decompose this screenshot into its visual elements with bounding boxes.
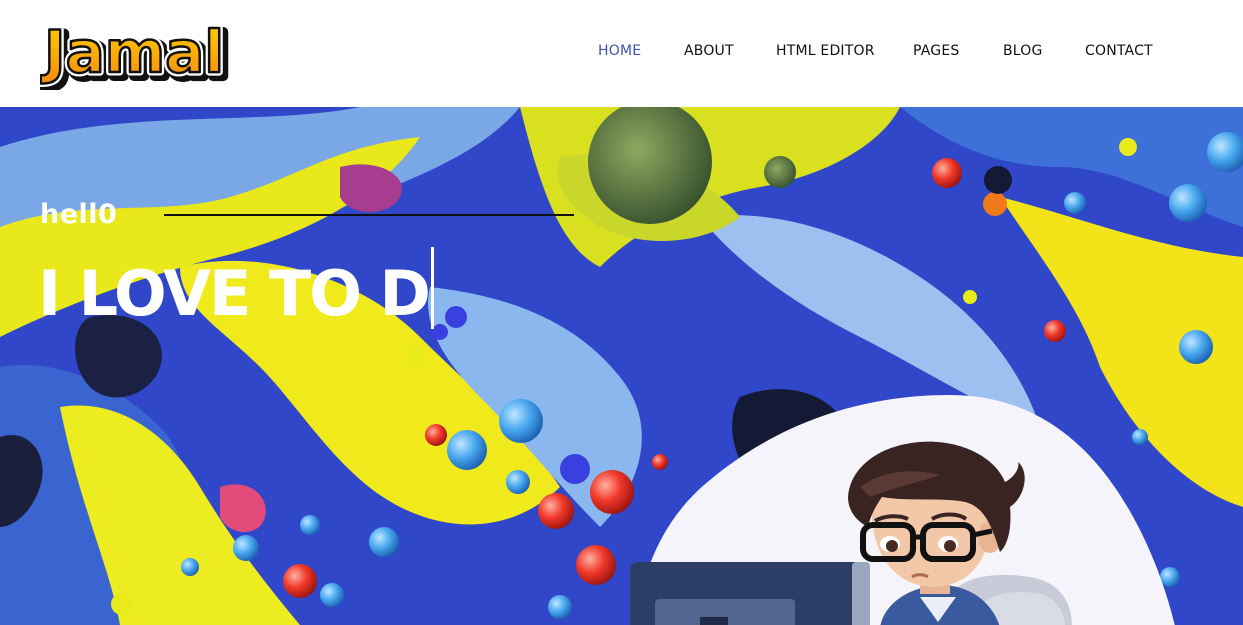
- nav-blog[interactable]: BLOG: [1003, 43, 1043, 59]
- site-logo[interactable]: Jamal Jamal Jamal: [40, 12, 272, 91]
- nav-contact[interactable]: CONTACT: [1085, 43, 1153, 59]
- logo-text: Jamal: [40, 18, 224, 86]
- headline-text: I LOVE TO D: [38, 257, 431, 330]
- nav-about[interactable]: ABOUT: [684, 43, 734, 59]
- hero-greeting: hell0: [40, 199, 118, 230]
- site-header: Jamal Jamal Jamal HOME ABOUT HTML EDITOR…: [0, 0, 1243, 107]
- typing-cursor: [430, 247, 434, 329]
- nav-html-editor[interactable]: HTML EDITOR: [776, 43, 875, 59]
- hero-typing-headline: I LOVE TO D: [38, 247, 434, 333]
- hero-section: hell0 I LOVE TO D: [0, 107, 1243, 625]
- nav-pages[interactable]: PAGES: [913, 43, 959, 59]
- greeting-divider-line: [164, 214, 574, 216]
- nav-home[interactable]: HOME: [598, 43, 641, 59]
- logo-wordmark: Jamal Jamal Jamal: [40, 15, 233, 91]
- developer-illustration: [630, 441, 1072, 625]
